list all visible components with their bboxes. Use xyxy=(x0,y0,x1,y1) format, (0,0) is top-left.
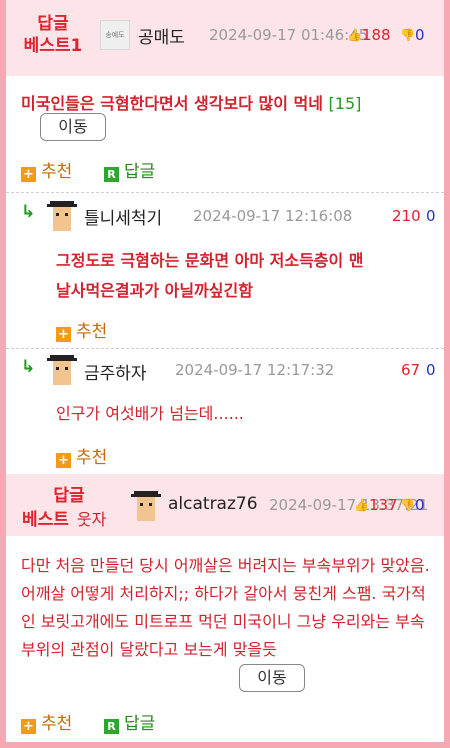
thumbs-up-icon: 👍 xyxy=(354,498,369,512)
avatar[interactable] xyxy=(47,201,77,231)
upvote-count[interactable]: 210 xyxy=(392,207,421,225)
recommend-button[interactable]: + 추천 xyxy=(56,317,107,342)
reply-arrow-icon: ↳ xyxy=(21,357,36,377)
downvote-count: 0 xyxy=(414,26,425,44)
timestamp: 2024-09-17 01:46:45 xyxy=(209,26,369,44)
downvote-button[interactable]: 👎0 xyxy=(400,496,425,514)
best1-label: 답글 베스트1 xyxy=(23,14,83,56)
thumbs-down-icon: 👎 xyxy=(400,498,415,512)
plus-icon: + xyxy=(56,453,71,468)
best2-label: 답글 xyxy=(53,486,85,506)
plus-icon: + xyxy=(21,167,36,182)
recommend-button[interactable]: + 추천 xyxy=(56,443,107,468)
divider xyxy=(6,348,444,349)
best2-label: 베스트 웃자 xyxy=(22,510,107,530)
avatar[interactable]: 송예도 xyxy=(100,20,130,50)
nickname[interactable]: 틀니세척기 xyxy=(84,204,162,229)
upvote-button[interactable]: 👍137 xyxy=(354,496,398,514)
avatar[interactable] xyxy=(47,355,77,385)
timestamp: 2024-09-17 12:17:32 xyxy=(175,361,335,379)
thumbs-down-icon: 👎 xyxy=(400,28,415,42)
reply-text: 인구가 여섯배가 넘는데...... xyxy=(56,404,244,423)
upvote-count: 188 xyxy=(361,26,391,44)
upvote-button[interactable]: 👍188 xyxy=(347,26,391,44)
comment-body: 다만 처음 만들던 당시 어깨살은 버려지는 부속부위가 맞았음. 어깨살 어떻… xyxy=(21,556,430,659)
downvote-count[interactable]: 0 xyxy=(426,361,436,379)
downvote-count[interactable]: 0 xyxy=(426,207,436,225)
recommend-button[interactable]: + 추천 xyxy=(21,157,72,182)
post-title[interactable]: 미국인들은 극혐한다면서 생각보다 많이 먹네 [15] xyxy=(21,90,361,114)
downvote-button[interactable]: 👎0 xyxy=(400,26,425,44)
downvote-count: 0 xyxy=(414,496,425,514)
avatar[interactable] xyxy=(131,491,161,521)
plus-icon: + xyxy=(56,327,71,342)
nickname[interactable]: 공매도 xyxy=(138,23,185,48)
reply-arrow-icon: ↳ xyxy=(21,202,36,222)
upvote-count[interactable]: 67 xyxy=(401,361,420,379)
recommend-button[interactable]: + 추천 xyxy=(21,709,72,734)
reply-icon: R xyxy=(104,719,119,734)
move-button[interactable]: 이동 xyxy=(239,664,305,692)
badge: 웃자 xyxy=(76,510,107,529)
reply-text: 그정도로 극혐하는 문화면 아마 저소득층이 맨 날사먹은결과가 아닐까싶긴함 xyxy=(56,251,364,300)
nickname[interactable]: alcatraz76 xyxy=(168,494,258,514)
timestamp: 2024-09-17 12:16:08 xyxy=(193,207,353,225)
reply-button[interactable]: R 답글 xyxy=(104,709,155,734)
move-button[interactable]: 이동 xyxy=(40,113,106,141)
plus-icon: + xyxy=(21,719,36,734)
reply-button[interactable]: R 답글 xyxy=(104,157,155,182)
divider xyxy=(6,192,444,193)
reply-icon: R xyxy=(104,167,119,182)
comment-count: [15] xyxy=(328,94,362,113)
upvote-count: 137 xyxy=(368,496,398,514)
nickname[interactable]: 금주하자 xyxy=(84,359,147,384)
thumbs-up-icon: 👍 xyxy=(347,28,362,42)
